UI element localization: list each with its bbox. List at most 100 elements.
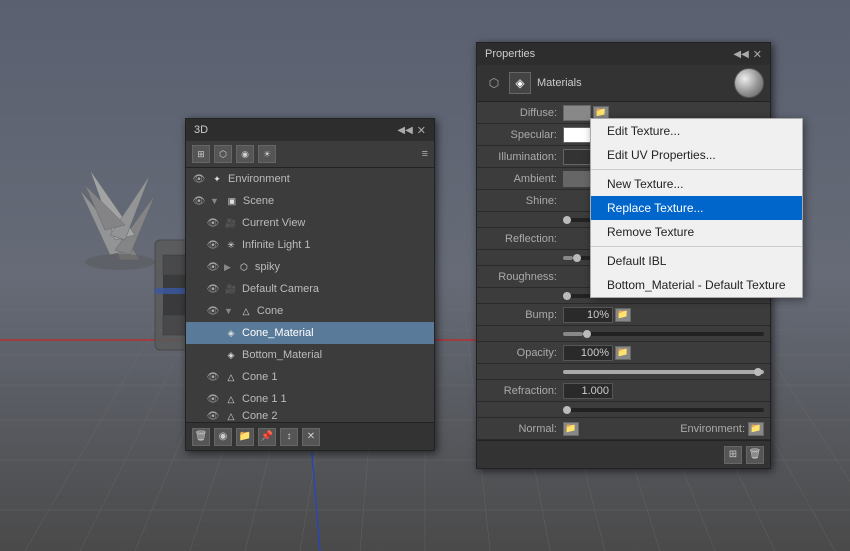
spiky-eye-icon[interactable]: 👁 <box>206 260 220 274</box>
3d-panel-footer: 🗑 ◉ 📁 📌 ↕ ✕ <box>186 422 434 450</box>
ctx-separator-2 <box>591 246 802 247</box>
c11-eye-icon[interactable]: 👁 <box>206 392 220 406</box>
c2-label: Cone 2 <box>242 410 434 422</box>
opacity-row: Opacity: 📁 <box>477 342 770 364</box>
c2-eye-icon[interactable]: 👁 <box>206 410 220 422</box>
bump-folder-icon[interactable]: 📁 <box>615 308 631 322</box>
diffuse-swatch[interactable] <box>563 105 591 121</box>
bump-slider-row <box>477 326 770 342</box>
refraction-slider[interactable] <box>563 408 764 412</box>
3d-toolbar-mesh-icon[interactable]: ⬡ <box>214 145 232 163</box>
cm-label: Cone_Material <box>242 327 434 339</box>
3d-panel-content: 👁 ✦ Environment 👁 ▼ ▣ Scene 👁 🎥 Current … <box>186 168 434 422</box>
ctx-separator-1 <box>591 169 802 170</box>
layer-scene[interactable]: 👁 ▼ ▣ Scene <box>186 190 434 212</box>
c11-icon: △ <box>224 392 238 406</box>
layer-cone11[interactable]: 👁 △ Cone 1 1 <box>186 388 434 410</box>
3d-panel-collapse[interactable]: ◀◀ <box>397 125 412 136</box>
layer-default-camera[interactable]: 👁 🎥 Default Camera <box>186 278 434 300</box>
ctx-bottom-material-default[interactable]: Bottom_Material - Default Texture <box>591 273 802 297</box>
dc-icon: 🎥 <box>224 282 238 296</box>
layer-bottom-material[interactable]: ◈ Bottom_Material <box>186 344 434 366</box>
scene-label: Scene <box>243 195 434 207</box>
footer-folder-icon[interactable]: 📁 <box>236 428 254 446</box>
ambient-swatch[interactable] <box>563 171 591 187</box>
roughness-label: Roughness: <box>483 271 563 283</box>
c2-icon: △ <box>224 410 238 422</box>
c1-eye-icon[interactable]: 👁 <box>206 370 220 384</box>
opacity-slider-row <box>477 364 770 380</box>
props-collapse[interactable]: ◀◀ <box>733 49 748 60</box>
layer-cone1[interactable]: 👁 △ Cone 1 <box>186 366 434 388</box>
3d-toolbar-light-icon[interactable]: ☀ <box>258 145 276 163</box>
layer-spiky[interactable]: 👁 ▶ ⬡ spiky <box>186 256 434 278</box>
tab-scene-icon[interactable]: ⬡ <box>483 72 505 94</box>
3d-toolbar-material-icon[interactable]: ◉ <box>236 145 254 163</box>
layer-cone2[interactable]: 👁 △ Cone 2 <box>186 410 434 422</box>
3d-panel-menu-icon[interactable]: ≡ <box>422 148 428 160</box>
bump-label: Bump: <box>483 309 563 321</box>
context-menu: Edit Texture... Edit UV Properties... Ne… <box>590 118 803 298</box>
3d-toolbar-scene-icon[interactable]: ⊞ <box>192 145 210 163</box>
properties-title: Properties <box>485 48 535 60</box>
ctx-default-ibl[interactable]: Default IBL <box>591 249 802 273</box>
opacity-label: Opacity: <box>483 347 563 359</box>
cone-chevron: ▼ <box>224 306 233 316</box>
ctx-replace-texture[interactable]: Replace Texture... <box>591 196 802 220</box>
layer-infinite-light[interactable]: 👁 ✳ Infinite Light 1 <box>186 234 434 256</box>
prop-footer-icon1[interactable]: ⊞ <box>724 446 742 464</box>
opacity-slider[interactable] <box>563 370 764 374</box>
3d-panel-header: 3D ◀◀ ✕ <box>186 119 434 141</box>
cv-eye-icon[interactable]: 👁 <box>206 216 220 230</box>
ctx-remove-texture[interactable]: Remove Texture <box>591 220 802 244</box>
reflection-label: Reflection: <box>483 233 563 245</box>
diffuse-label: Diffuse: <box>483 107 563 119</box>
properties-header: Properties ◀◀ ✕ <box>477 43 770 65</box>
tab-materials-label: Materials <box>537 77 582 89</box>
footer-pin-icon[interactable]: 📌 <box>258 428 276 446</box>
scene-chevron: ▼ <box>210 196 219 206</box>
cone-eye-icon[interactable]: 👁 <box>206 304 220 318</box>
layer-current-view[interactable]: 👁 🎥 Current View <box>186 212 434 234</box>
dc-eye-icon[interactable]: 👁 <box>206 282 220 296</box>
footer-trash-icon[interactable]: 🗑 <box>192 428 210 446</box>
bump-slider[interactable] <box>563 332 764 336</box>
spiky-chevron: ▶ <box>224 262 231 273</box>
layer-cone-material[interactable]: ◈ Cone_Material <box>186 322 434 344</box>
3d-panel-close[interactable]: ✕ <box>417 124 426 137</box>
bm-icon: ◈ <box>224 348 238 362</box>
il-icon: ✳ <box>224 238 238 252</box>
illumination-swatch[interactable] <box>563 149 591 165</box>
3d-panel-title: 3D <box>194 124 208 136</box>
footer-arrow-icon[interactable]: ↕ <box>280 428 298 446</box>
refraction-input[interactable] <box>563 383 613 399</box>
cm-icon: ◈ <box>224 326 238 340</box>
layer-environment[interactable]: 👁 ✦ Environment <box>186 168 434 190</box>
tab-materials-icon[interactable]: ◈ <box>509 72 531 94</box>
opacity-input[interactable] <box>563 345 613 361</box>
bump-row: Bump: 📁 <box>477 304 770 326</box>
props-close[interactable]: ✕ <box>753 48 762 61</box>
opacity-folder-icon[interactable]: 📁 <box>615 346 631 360</box>
bm-label: Bottom_Material <box>242 349 434 361</box>
layer-cone[interactable]: 👁 ▼ △ Cone <box>186 300 434 322</box>
refraction-slider-row <box>477 402 770 418</box>
normal-folder-icon[interactable]: 📁 <box>563 422 579 436</box>
properties-footer: ⊞ 🗑 <box>477 440 770 468</box>
ctx-edit-texture[interactable]: Edit Texture... <box>591 119 802 143</box>
env-eye-icon[interactable]: 👁 <box>192 172 206 186</box>
illumination-label: Illumination: <box>483 151 563 163</box>
ctx-new-texture[interactable]: New Texture... <box>591 172 802 196</box>
bump-input[interactable] <box>563 307 613 323</box>
footer-delete-icon[interactable]: ✕ <box>302 428 320 446</box>
prop-footer-icon2[interactable]: 🗑 <box>746 446 764 464</box>
il-label: Infinite Light 1 <box>242 239 434 251</box>
dc-label: Default Camera <box>242 283 434 295</box>
footer-sphere-icon[interactable]: ◉ <box>214 428 232 446</box>
material-preview-sphere <box>734 68 764 98</box>
ctx-edit-uv[interactable]: Edit UV Properties... <box>591 143 802 167</box>
specular-swatch[interactable] <box>563 127 591 143</box>
il-eye-icon[interactable]: 👁 <box>206 238 220 252</box>
scene-eye-icon[interactable]: 👁 <box>192 194 206 208</box>
environment-folder-icon[interactable]: 📁 <box>748 422 764 436</box>
